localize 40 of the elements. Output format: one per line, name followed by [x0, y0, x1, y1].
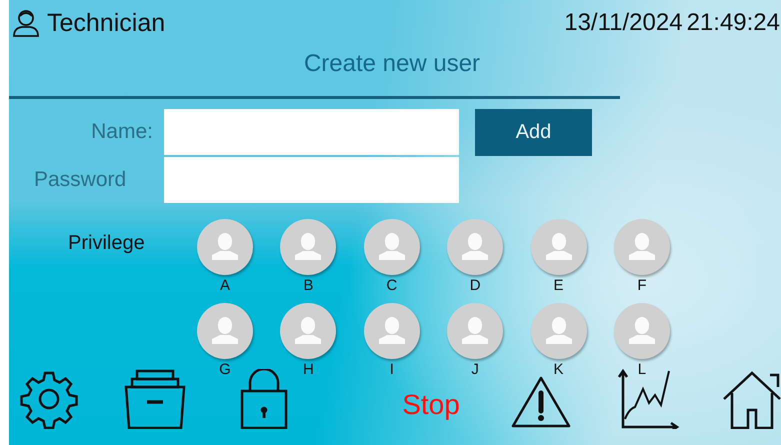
time: 21:49:24 — [686, 9, 780, 37]
avatar-label: K — [554, 361, 564, 378]
avatar-label: C — [386, 277, 398, 294]
avatar-icon[interactable] — [362, 302, 421, 360]
input-field[interactable] — [164, 157, 459, 203]
avatar-label: A — [220, 277, 230, 294]
avatar-label: J — [471, 361, 479, 378]
avatar-label: G — [219, 361, 231, 378]
user-icon — [11, 8, 41, 38]
avatar-label: B — [303, 277, 314, 294]
avatar-icon[interactable] — [446, 302, 504, 360]
add-button[interactable]: Add — [475, 109, 592, 156]
avatar-label: D — [470, 277, 481, 294]
avatar-label: H — [302, 361, 314, 378]
page-title: Create new user — [302, 49, 482, 79]
privilege-label: Privilege — [68, 232, 145, 254]
date: 13/11/2024 — [564, 9, 683, 37]
avatar-icon[interactable] — [196, 218, 254, 276]
user-name: Technician — [47, 8, 166, 38]
avatar-label: E — [554, 277, 564, 294]
input-field[interactable] — [164, 109, 459, 155]
settings-icon[interactable] — [18, 369, 80, 429]
avatar-icon[interactable] — [362, 218, 421, 276]
avatar-icon[interactable] — [530, 302, 588, 360]
lock-icon[interactable] — [240, 369, 288, 429]
avatar-label: L — [638, 361, 646, 378]
avatar-icon[interactable] — [446, 218, 504, 276]
avatar-icon[interactable] — [612, 218, 671, 276]
avatar-icon[interactable] — [612, 302, 671, 360]
home-icon[interactable] — [722, 369, 781, 429]
field-label: Password — [33, 168, 126, 192]
avatar-icon[interactable] — [196, 302, 254, 360]
avatar-label: F — [637, 277, 647, 294]
warning-icon[interactable] — [510, 375, 572, 429]
avatar-icon[interactable] — [279, 302, 338, 360]
avatar-icon[interactable] — [530, 218, 588, 276]
avatar-icon[interactable] — [279, 218, 338, 276]
avatar-label: I — [390, 361, 394, 378]
archive-box-icon[interactable] — [123, 369, 187, 429]
field-label: Name: — [91, 120, 153, 144]
